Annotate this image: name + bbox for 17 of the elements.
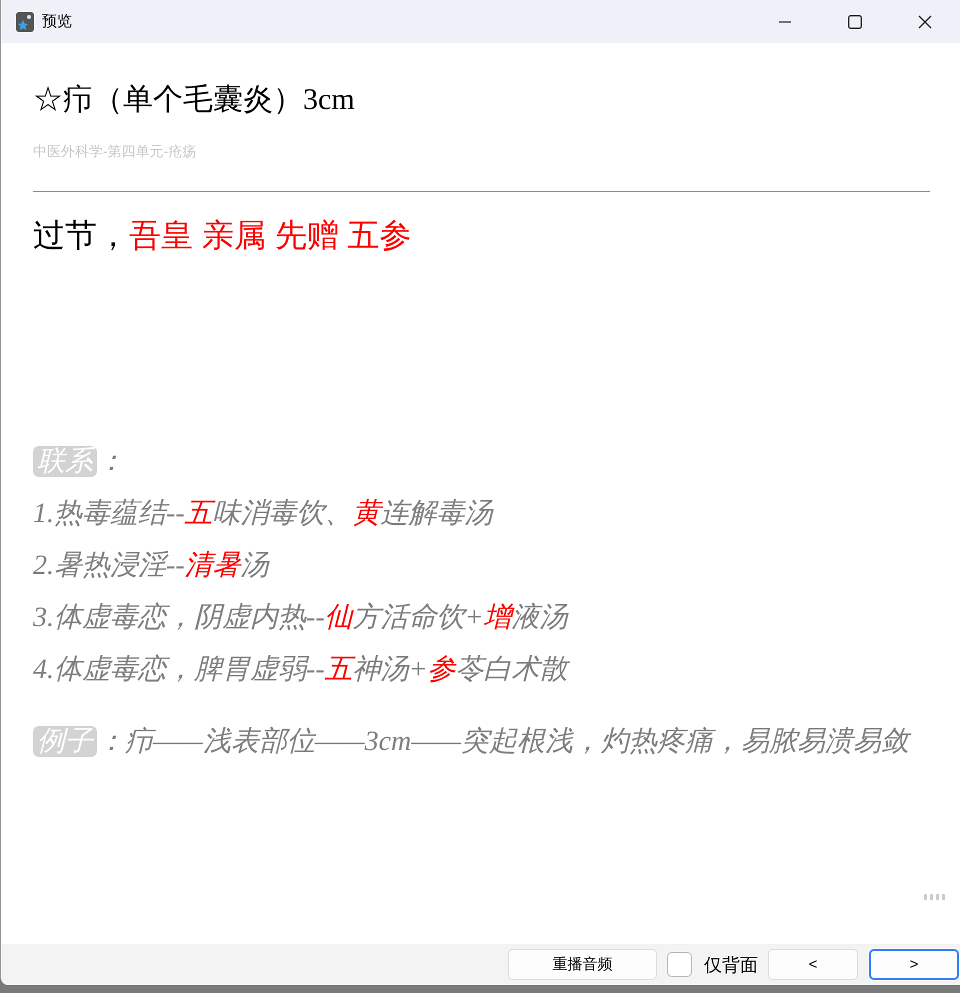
- back-only-checkbox[interactable]: [667, 952, 692, 977]
- remedy-line: 2.暑热浸淫--清暑汤: [33, 549, 271, 583]
- maximize-icon[interactable]: [848, 14, 862, 28]
- app-icon: [16, 12, 34, 32]
- window-title: 预览: [42, 12, 72, 31]
- back-only-label: 仅背面: [704, 954, 758, 976]
- remedy-line: 4.体虚毒恋，脾胃虚弱--五神汤+参苓白术散: [33, 653, 571, 687]
- resize-grip-icon[interactable]: [924, 894, 946, 900]
- remedy-line: 1.热毒蕴结--五味消毒饮、黄连解毒汤: [33, 497, 495, 531]
- previous-button[interactable]: <: [768, 949, 858, 980]
- close-icon[interactable]: [918, 14, 932, 28]
- mnemonic-text: 过节，吾皇 亲属 先赠 五参: [33, 216, 413, 255]
- replay-audio-button[interactable]: 重播音频: [508, 949, 657, 980]
- next-button[interactable]: >: [869, 949, 959, 980]
- card-heading: ☆疖（单个毛囊炎）3cm: [33, 82, 356, 118]
- minimize-icon[interactable]: [779, 20, 791, 22]
- remedy-line: 3.体虚毒恋，阴虚内热--仙方活命饮+增液汤: [33, 601, 570, 635]
